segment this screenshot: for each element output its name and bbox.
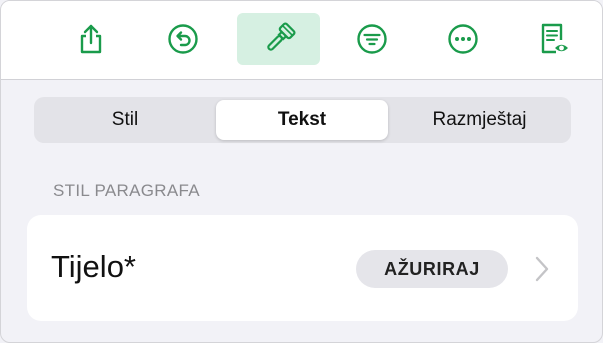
format-button[interactable]: [237, 13, 320, 65]
organize-button[interactable]: [344, 13, 400, 65]
more-icon: [448, 24, 478, 54]
tab-style[interactable]: Stil: [37, 100, 213, 140]
undo-button[interactable]: [155, 13, 211, 65]
format-tabs: Stil Tekst Razmještaj: [34, 97, 571, 143]
share-icon: [80, 24, 102, 54]
paragraph-style-name: Tijelo*: [51, 249, 136, 284]
tab-label: Razmještaj: [432, 109, 527, 130]
format-brush-icon: [266, 22, 296, 51]
tab-arrange[interactable]: Razmještaj: [391, 100, 568, 140]
reader-view-button[interactable]: [525, 13, 581, 65]
section-header-paragraph-style: STIL PARAGRAFA: [53, 181, 200, 200]
undo-icon: [168, 24, 198, 54]
update-style-button[interactable]: AŽURIRAJ: [356, 250, 508, 288]
share-button[interactable]: [63, 13, 119, 65]
tab-text[interactable]: Tekst: [216, 100, 388, 140]
tab-label: Tekst: [277, 109, 327, 130]
reader-view-icon: [541, 23, 568, 54]
chevron-right-icon: [535, 256, 549, 282]
toolbar: [1, 1, 602, 80]
format-panel: Stil Tekst Razmještaj STIL PARAGRAFA Tij…: [0, 0, 603, 343]
filter-icon: [357, 24, 387, 54]
more-button[interactable]: [435, 13, 491, 65]
paragraph-style-row[interactable]: Tijelo* AŽURIRAJ: [27, 215, 578, 321]
tab-label: Stil: [111, 109, 139, 130]
